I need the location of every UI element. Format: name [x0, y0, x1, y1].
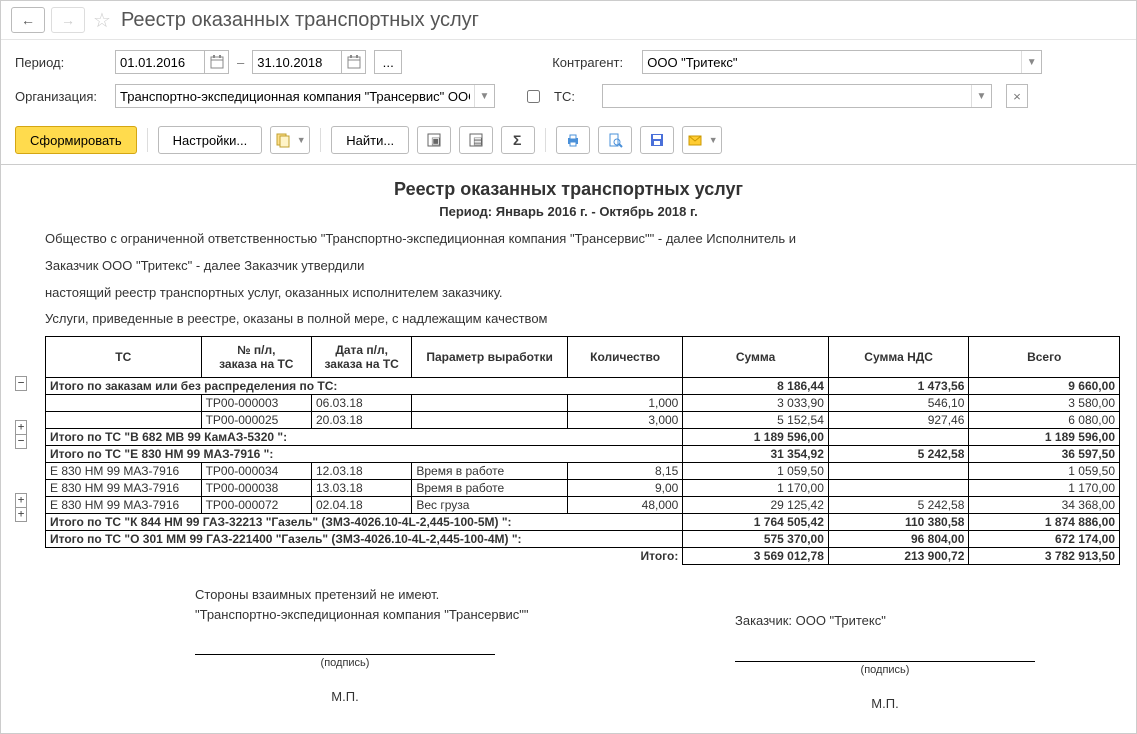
contractor-combo[interactable]: ▼	[642, 50, 1042, 74]
org-dropdown-button[interactable]: ▼	[474, 85, 494, 107]
table-row: Итого по ТС "В 682 МВ 99 КамАЗ-5320 ":1 …	[46, 429, 1120, 446]
table-row: Е 830 НМ 99 МАЗ-7916ТР00-00007202.04.18В…	[46, 497, 1120, 514]
intro-line-3: настоящий реестр транспортных услуг, ока…	[45, 283, 1122, 304]
preview-button[interactable]	[598, 126, 632, 154]
date-to-input[interactable]	[252, 50, 342, 74]
report-title: Реестр оказанных транспортных услуг	[15, 179, 1122, 200]
group-toggle[interactable]: −	[15, 376, 27, 391]
intro-line-4: Услуги, приведенные в реестре, оказаны в…	[45, 309, 1122, 330]
table-row: Итого по ТС "К 844 НМ 99 ГАЗ-32213 "Газе…	[46, 514, 1120, 531]
ts-input[interactable]	[603, 87, 971, 106]
forward-button[interactable]: →	[51, 7, 85, 33]
executor-text: "Транспортно-экспедиционная компания "Тр…	[195, 605, 575, 625]
col-date: Дата п/л, заказа на ТС	[311, 337, 411, 378]
collapse-button[interactable]: ▤	[459, 126, 493, 154]
group-toggle[interactable]: +	[15, 420, 27, 435]
period-label: Период:	[15, 55, 105, 70]
col-ts: ТС	[46, 337, 202, 378]
group-toggle[interactable]: +	[15, 507, 27, 522]
table-row: Итого по ТС "Е 830 НМ 99 МАЗ-7916 ":31 3…	[46, 446, 1120, 463]
contractor-label: Контрагент:	[552, 55, 632, 70]
date-from-calendar-button[interactable]	[205, 50, 229, 74]
contractor-dropdown-button[interactable]: ▼	[1021, 51, 1041, 73]
intro-line-1: Общество с ограниченной ответственностью…	[45, 229, 1122, 250]
svg-text:▣: ▣	[431, 136, 440, 147]
table-row: Итого по ТС "О 301 ММ 99 ГАЗ-221400 "Газ…	[46, 531, 1120, 548]
find-button[interactable]: Найти...	[331, 126, 409, 154]
col-param: Параметр выработки	[412, 337, 568, 378]
table-row: ТР00-00002520.03.183,0005 152,54927,466 …	[46, 412, 1120, 429]
col-num: № п/л, заказа на ТС	[201, 337, 311, 378]
date-range-dash: –	[237, 55, 244, 70]
print-button[interactable]	[556, 126, 590, 154]
svg-text:Σ: Σ	[513, 132, 521, 148]
no-claims-text: Стороны взаимных претензий не имеют.	[195, 585, 575, 605]
report-subtitle: Период: Январь 2016 г. - Октябрь 2018 г.	[15, 204, 1122, 219]
grand-total: 3 782 913,50	[969, 548, 1120, 565]
ts-label: ТС:	[554, 89, 592, 104]
ts-dropdown-button[interactable]: ▼	[971, 85, 991, 107]
group-toggle[interactable]: +	[15, 493, 27, 508]
variants-button[interactable]: ▼	[270, 126, 310, 154]
favorite-icon[interactable]: ☆	[93, 8, 111, 33]
intro-line-2: Заказчик ООО "Тритекс" - далее Заказчик …	[45, 256, 1122, 277]
customer-signature: (подпись)	[735, 661, 1035, 676]
grand-sum: 3 569 012,78	[683, 548, 829, 565]
contractor-input[interactable]	[643, 53, 1021, 72]
col-qty: Количество	[567, 337, 682, 378]
ts-combo[interactable]: ▼	[602, 84, 992, 108]
date-to-calendar-button[interactable]	[342, 50, 366, 74]
col-total: Всего	[969, 337, 1120, 378]
customer-stamp: М.П.	[735, 696, 1035, 711]
table-row: ТР00-00000306.03.181,0003 033,90546,103 …	[46, 395, 1120, 412]
save-button[interactable]	[640, 126, 674, 154]
form-button[interactable]: Сформировать	[15, 126, 137, 154]
settings-button[interactable]: Настройки...	[158, 126, 263, 154]
grand-vat: 213 900,72	[828, 548, 969, 565]
org-input[interactable]	[116, 87, 474, 106]
svg-text:▤: ▤	[473, 136, 482, 147]
email-button[interactable]: ▼	[682, 126, 722, 154]
back-button[interactable]: ←	[11, 7, 45, 33]
group-toggle[interactable]: −	[15, 434, 27, 449]
page-title: Реестр оказанных транспортных услуг	[121, 9, 479, 32]
grand-total-label: Итого:	[46, 548, 683, 565]
customer-text: Заказчик: ООО "Тритекс"	[735, 611, 1115, 631]
executor-signature: (подпись)	[195, 654, 495, 669]
ts-clear-button[interactable]: ×	[1006, 84, 1028, 108]
table-row: Е 830 НМ 99 МАЗ-7916ТР00-00003813.03.18В…	[46, 480, 1120, 497]
period-picker-button[interactable]: ...	[374, 50, 402, 74]
executor-stamp: М.П.	[195, 689, 495, 704]
table-row: Итого по заказам или без распределения п…	[46, 378, 1120, 395]
report-table: ТС № п/л, заказа на ТС Дата п/л, заказа …	[45, 336, 1120, 565]
col-vat: Сумма НДС	[828, 337, 969, 378]
table-row: Е 830 НМ 99 МАЗ-7916ТР00-00003412.03.18В…	[46, 463, 1120, 480]
org-label: Организация:	[15, 89, 105, 104]
col-sum: Сумма	[683, 337, 829, 378]
expand-button[interactable]: ▣	[417, 126, 451, 154]
ts-checkbox[interactable]	[527, 90, 540, 103]
org-combo[interactable]: ▼	[115, 84, 495, 108]
date-from-input[interactable]	[115, 50, 205, 74]
sum-button[interactable]: Σ	[501, 126, 535, 154]
